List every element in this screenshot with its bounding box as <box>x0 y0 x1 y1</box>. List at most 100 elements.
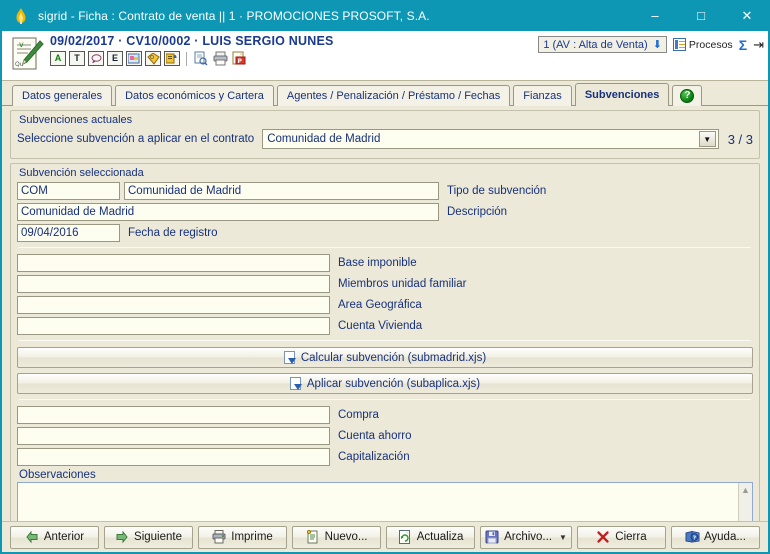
tipo-subvencion-row: COM Comunidad de Madrid Tipo de subvenci… <box>17 182 753 200</box>
field-area-geografica[interactable] <box>17 296 330 314</box>
arrow-right-icon <box>115 530 129 544</box>
actualiza-button[interactable]: Actualiza <box>386 525 476 549</box>
flame-icon <box>10 5 32 27</box>
aplicar-subvencion-label: Aplicar subvención (subaplica.xjs) <box>306 377 481 390</box>
subvencion-select-value: Comunidad de Madrid <box>267 133 381 145</box>
tipo-subvencion-label: Tipo de subvención <box>447 185 547 197</box>
tab-label: Datos generales <box>22 90 103 102</box>
field-base-imponible[interactable] <box>17 254 330 272</box>
text-t-icon[interactable]: T <box>69 51 85 66</box>
tab-label: Fianzas <box>523 90 562 102</box>
grid-processes-icon <box>672 38 686 51</box>
select-subvencion-label: Seleccione subvención a aplicar en el co… <box>17 133 255 145</box>
cuenta-ahorro-row: Cuenta ahorro <box>17 427 753 445</box>
tab-agentes[interactable]: Agentes / Penalización / Préstamo / Fech… <box>276 85 511 106</box>
tab-datos-economicos[interactable]: Datos económicos y Cartera <box>115 85 274 106</box>
pdf-icon[interactable]: P <box>231 51 247 66</box>
state-value: 1 (AV : Alta de Venta) <box>543 38 648 51</box>
svg-text:v: v <box>19 40 24 49</box>
siguiente-button[interactable]: Siguiente <box>104 525 194 549</box>
archivo-button[interactable]: Archivo... ▼ <box>480 525 572 549</box>
tab-bar: Datos generales Datos económicos y Carte… <box>2 81 768 106</box>
capitalizacion-row: Capitalización <box>17 448 753 466</box>
tab-label: Subvenciones <box>584 89 660 101</box>
tab-label: Agentes / Penalización / Préstamo / Fech… <box>286 90 501 102</box>
base-imponible-row: Base imponible <box>17 254 753 272</box>
group-subvenciones-actuales: Subvenciones actuales Seleccione subvenc… <box>10 110 760 159</box>
field-compra[interactable] <box>17 406 330 424</box>
miembros-row: Miembros unidad familiar <box>17 275 753 293</box>
tipo-code-input[interactable]: COM <box>17 182 120 200</box>
calcular-subvencion-button[interactable]: Calcular subvención (submadrid.xjs) <box>17 347 753 368</box>
ayuda-label: Ayuda... <box>703 531 746 543</box>
close-icon: ✕ <box>741 8 753 23</box>
field-cuenta-vivienda[interactable] <box>17 317 330 335</box>
divider <box>19 247 751 248</box>
help-book-icon: ? <box>685 530 700 544</box>
cuenta-vivienda-row: Cuenta Vivienda <box>17 317 753 335</box>
procesos-button[interactable]: Procesos <box>672 38 733 51</box>
preview-icon[interactable] <box>193 51 209 66</box>
compra-row: Compra <box>17 406 753 424</box>
script-download-icon <box>289 377 302 390</box>
application-window: sigrid - Ficha : Contrato de venta || 1 … <box>0 0 770 554</box>
pin-icon[interactable]: ⇥ <box>753 37 764 53</box>
chevron-down-icon[interactable]: ▼ <box>698 131 716 147</box>
observaciones-text[interactable] <box>18 483 738 521</box>
state-selector[interactable]: 1 (AV : Alta de Venta) ⬇ <box>538 36 667 53</box>
scroll-down-icon[interactable]: ▼ <box>741 519 750 521</box>
observaciones-textarea[interactable]: ▲ ▼ <box>17 482 753 521</box>
image-gallery-icon[interactable] <box>126 51 142 66</box>
email-e-icon[interactable]: E <box>107 51 123 66</box>
minimize-button[interactable]: – <box>632 0 678 31</box>
select-subvencion-row: Seleccione subvención a aplicar en el co… <box>17 129 753 149</box>
print-icon[interactable] <box>212 51 228 66</box>
svg-text:?: ? <box>693 535 696 541</box>
state-arrow-icon: ⬇ <box>652 39 662 51</box>
anterior-button[interactable]: Anterior <box>10 525 100 549</box>
subvencion-select[interactable]: Comunidad de Madrid ▼ <box>262 129 719 149</box>
comment-bubble-icon[interactable] <box>88 51 104 66</box>
descripcion-input[interactable]: Comunidad de Madrid <box>17 203 439 221</box>
observaciones-scrollbar[interactable]: ▲ ▼ <box>738 483 752 521</box>
alert-bell-icon[interactable] <box>164 51 180 66</box>
anterior-label: Anterior <box>43 531 85 543</box>
fecha-registro-row: 09/04/2016 Fecha de registro <box>17 224 753 242</box>
annotation-a-icon[interactable]: A <box>50 51 66 66</box>
field-miembros-unidad-familiar[interactable] <box>17 275 330 293</box>
sigma-icon[interactable]: Σ <box>739 37 747 53</box>
tab-fianzas[interactable]: Fianzas <box>513 85 572 106</box>
record-toolbar: A T E P <box>50 51 768 66</box>
descripcion-label: Descripción <box>447 206 508 218</box>
field-capitalizacion[interactable] <box>17 448 330 466</box>
chevron-down-icon[interactable]: ▼ <box>559 533 567 542</box>
cuenta-ahorro-label: Cuenta ahorro <box>338 430 412 442</box>
refresh-icon <box>398 530 412 544</box>
cierra-button[interactable]: Cierra <box>576 525 666 549</box>
tab-panel-subvenciones: Subvenciones actuales Seleccione subvenc… <box>2 106 768 521</box>
tab-help[interactable]: ? <box>672 85 703 106</box>
header-right-controls: 1 (AV : Alta de Venta) ⬇ Procesos Σ ⇥ <box>538 36 764 53</box>
base-imponible-label: Base imponible <box>338 257 417 269</box>
imprime-button[interactable]: Imprime <box>198 525 288 549</box>
scroll-up-icon[interactable]: ▲ <box>741 485 750 495</box>
aplicar-subvencion-button[interactable]: Aplicar subvención (subaplica.xjs) <box>17 373 753 394</box>
field-cuenta-ahorro[interactable] <box>17 427 330 445</box>
maximize-button[interactable]: □ <box>678 0 724 31</box>
divider <box>19 340 751 341</box>
ayuda-button[interactable]: ? Ayuda... <box>670 525 760 549</box>
descripcion-row: Comunidad de Madrid Descripción <box>17 203 753 221</box>
nuevo-button[interactable]: Nuevo... <box>292 525 382 549</box>
script-download-icon <box>283 351 296 364</box>
siguiente-label: Siguiente <box>134 531 182 543</box>
tab-subvenciones[interactable]: Subvenciones <box>574 83 670 106</box>
title-bar: sigrid - Ficha : Contrato de venta || 1 … <box>0 0 770 31</box>
tags-icon[interactable] <box>145 51 161 66</box>
client-area: v Qu 09/02/2017 · CV10/0002 · LUIS SERGI… <box>2 31 768 552</box>
actualiza-label: Actualiza <box>416 531 464 543</box>
fecha-registro-input[interactable]: 09/04/2016 <box>17 224 120 242</box>
tipo-name-input[interactable]: Comunidad de Madrid <box>124 182 439 200</box>
calcular-subvencion-label: Calcular subvención (submadrid.xjs) <box>300 351 487 364</box>
close-button[interactable]: ✕ <box>724 0 770 31</box>
tab-datos-generales[interactable]: Datos generales <box>12 85 113 106</box>
